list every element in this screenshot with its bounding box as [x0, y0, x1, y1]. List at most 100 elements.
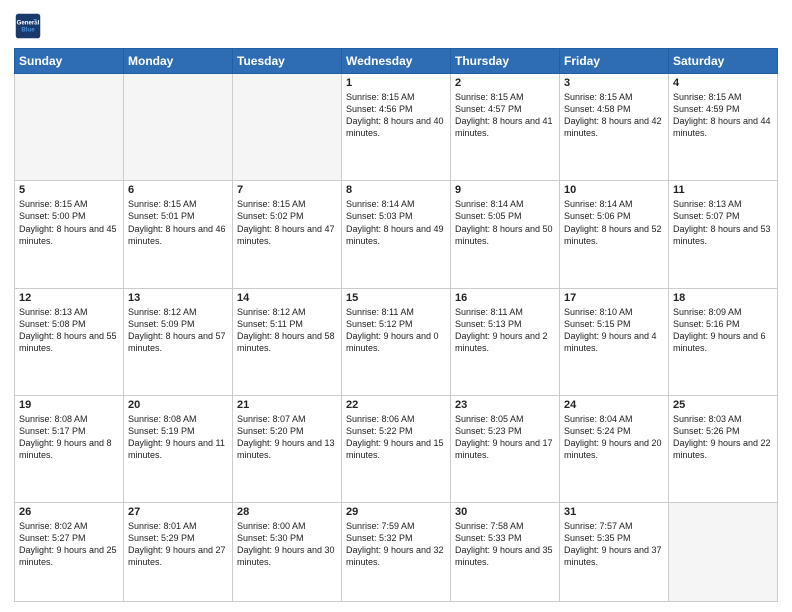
calendar-week-row: 1 Sunrise: 8:15 AM Sunset: 4:56 PM Daylig… [15, 74, 778, 181]
day-info: Sunrise: 8:12 AM Sunset: 5:09 PM Dayligh… [128, 306, 228, 355]
day-info: Sunrise: 8:04 AM Sunset: 5:24 PM Dayligh… [564, 413, 664, 462]
calendar-day-cell: 4 Sunrise: 8:15 AM Sunset: 4:59 PM Daylig… [669, 74, 778, 181]
calendar-day-cell: 17 Sunrise: 8:10 AM Sunset: 5:15 PM Dayli… [560, 288, 669, 395]
calendar-day-cell: 10Sunrise: 8:14 AM Sunset: 5:06 PM Dayli… [560, 181, 669, 288]
day-number: 9 [455, 184, 555, 196]
day-info: Sunrise: 8:00 AM Sunset: 5:30 PM Dayligh… [237, 520, 337, 569]
day-info: Sunrise: 8:15 AM Sunset: 4:58 PM Dayligh… [564, 91, 664, 140]
day-info: Sunrise: 8:15 AM Sunset: 4:59 PM Dayligh… [673, 91, 773, 140]
day-number: 4 [673, 77, 773, 89]
calendar-week-row: 12Sunrise: 8:13 AM Sunset: 5:08 PM Dayli… [15, 288, 778, 395]
day-info: Sunrise: 8:01 AM Sunset: 5:29 PM Dayligh… [128, 520, 228, 569]
day-info: Sunrise: 8:02 AM Sunset: 5:27 PM Dayligh… [19, 520, 119, 569]
day-info: Sunrise: 8:06 AM Sunset: 5:22 PM Dayligh… [346, 413, 446, 462]
day-number: 13 [128, 292, 228, 304]
day-number: 7 [237, 184, 337, 196]
day-number: 19 [19, 399, 119, 411]
day-number: 18 [673, 292, 773, 304]
day-info: Sunrise: 8:14 AM Sunset: 5:05 PM Dayligh… [455, 198, 555, 247]
calendar-header-wednesday: Wednesday [342, 49, 451, 74]
day-number: 25 [673, 399, 773, 411]
day-info: Sunrise: 7:58 AM Sunset: 5:33 PM Dayligh… [455, 520, 555, 569]
day-number: 11 [673, 184, 773, 196]
svg-text:Blue: Blue [21, 26, 35, 33]
calendar-day-cell: 23Sunrise: 8:05 AM Sunset: 5:23 PM Dayli… [451, 395, 560, 502]
calendar-day-cell: 30Sunrise: 7:58 AM Sunset: 5:33 PM Dayli… [451, 503, 560, 602]
calendar-day-cell: 5 Sunrise: 8:15 AM Sunset: 5:00 PM Daylig… [15, 181, 124, 288]
calendar-day-cell: 2 Sunrise: 8:15 AM Sunset: 4:57 PM Daylig… [451, 74, 560, 181]
day-number: 31 [564, 506, 664, 518]
day-info: Sunrise: 8:11 AM Sunset: 5:12 PM Dayligh… [346, 306, 446, 355]
day-info: Sunrise: 7:59 AM Sunset: 5:32 PM Dayligh… [346, 520, 446, 569]
calendar-day-cell [15, 74, 124, 181]
day-info: Sunrise: 8:05 AM Sunset: 5:23 PM Dayligh… [455, 413, 555, 462]
day-info: Sunrise: 8:03 AM Sunset: 5:26 PM Dayligh… [673, 413, 773, 462]
day-number: 8 [346, 184, 446, 196]
calendar-week-row: 26 Sunrise: 8:02 AM Sunset: 5:27 PM Dayli… [15, 503, 778, 602]
day-number: 16 [455, 292, 555, 304]
day-info: Sunrise: 8:08 AM Sunset: 5:17 PM Dayligh… [19, 413, 119, 462]
calendar-day-cell: 3Sunrise: 8:15 AM Sunset: 4:58 PM Daylig… [560, 74, 669, 181]
day-number: 17 [564, 292, 664, 304]
day-number: 22 [346, 399, 446, 411]
calendar-day-cell: 21 Sunrise: 8:07 AM Sunset: 5:20 PM Dayli… [233, 395, 342, 502]
calendar-day-cell: 18 Sunrise: 8:09 AM Sunset: 5:16 PM Dayli… [669, 288, 778, 395]
logo: General Blue [14, 12, 46, 40]
day-info: Sunrise: 8:15 AM Sunset: 4:56 PM Dayligh… [346, 91, 446, 140]
day-number: 24 [564, 399, 664, 411]
calendar-header-tuesday: Tuesday [233, 49, 342, 74]
day-number: 29 [346, 506, 446, 518]
calendar-day-cell [233, 74, 342, 181]
calendar-day-cell: 31 Sunrise: 7:57 AM Sunset: 5:35 PM Dayli… [560, 503, 669, 602]
day-number: 20 [128, 399, 228, 411]
calendar-day-cell: 28Sunrise: 8:00 AM Sunset: 5:30 PM Dayli… [233, 503, 342, 602]
header: General Blue [14, 12, 778, 40]
calendar-day-cell: 19 Sunrise: 8:08 AM Sunset: 5:17 PM Dayli… [15, 395, 124, 502]
day-number: 1 [346, 77, 446, 89]
calendar-header-sunday: Sunday [15, 49, 124, 74]
day-info: Sunrise: 8:12 AM Sunset: 5:11 PM Dayligh… [237, 306, 337, 355]
calendar-day-cell: 11Sunrise: 8:13 AM Sunset: 5:07 PM Dayli… [669, 181, 778, 288]
calendar-day-cell: 14 Sunrise: 8:12 AM Sunset: 5:11 PM Dayli… [233, 288, 342, 395]
day-info: Sunrise: 8:15 AM Sunset: 5:01 PM Dayligh… [128, 198, 228, 247]
day-info: Sunrise: 8:15 AM Sunset: 4:57 PM Dayligh… [455, 91, 555, 140]
calendar-week-row: 5 Sunrise: 8:15 AM Sunset: 5:00 PM Daylig… [15, 181, 778, 288]
day-number: 21 [237, 399, 337, 411]
day-number: 10 [564, 184, 664, 196]
day-info: Sunrise: 8:13 AM Sunset: 5:08 PM Dayligh… [19, 306, 119, 355]
calendar-day-cell: 22 Sunrise: 8:06 AM Sunset: 5:22 PM Dayli… [342, 395, 451, 502]
day-info: Sunrise: 8:09 AM Sunset: 5:16 PM Dayligh… [673, 306, 773, 355]
day-info: Sunrise: 8:15 AM Sunset: 5:00 PM Dayligh… [19, 198, 119, 247]
calendar-day-cell: 8 Sunrise: 8:14 AM Sunset: 5:03 PM Daylig… [342, 181, 451, 288]
calendar-day-cell: 1 Sunrise: 8:15 AM Sunset: 4:56 PM Daylig… [342, 74, 451, 181]
calendar-day-cell: 24 Sunrise: 8:04 AM Sunset: 5:24 PM Dayli… [560, 395, 669, 502]
calendar-day-cell: 16 Sunrise: 8:11 AM Sunset: 5:13 PM Dayli… [451, 288, 560, 395]
calendar-header-thursday: Thursday [451, 49, 560, 74]
day-info: Sunrise: 8:10 AM Sunset: 5:15 PM Dayligh… [564, 306, 664, 355]
calendar-day-cell: 25 Sunrise: 8:03 AM Sunset: 5:26 PM Dayli… [669, 395, 778, 502]
day-number: 14 [237, 292, 337, 304]
calendar-header-monday: Monday [124, 49, 233, 74]
calendar-day-cell: 7 Sunrise: 8:15 AM Sunset: 5:02 PM Daylig… [233, 181, 342, 288]
calendar-header-saturday: Saturday [669, 49, 778, 74]
calendar-day-cell: 13 Sunrise: 8:12 AM Sunset: 5:09 PM Dayli… [124, 288, 233, 395]
calendar-day-cell: 15 Sunrise: 8:11 AM Sunset: 5:12 PM Dayli… [342, 288, 451, 395]
day-info: Sunrise: 8:07 AM Sunset: 5:20 PM Dayligh… [237, 413, 337, 462]
day-number: 6 [128, 184, 228, 196]
calendar-day-cell: 6 Sunrise: 8:15 AM Sunset: 5:01 PM Daylig… [124, 181, 233, 288]
calendar-header-row: SundayMondayTuesdayWednesdayThursdayFrid… [15, 49, 778, 74]
day-number: 2 [455, 77, 555, 89]
calendar-week-row: 19 Sunrise: 8:08 AM Sunset: 5:17 PM Dayli… [15, 395, 778, 502]
calendar-day-cell [669, 503, 778, 602]
calendar-table: SundayMondayTuesdayWednesdayThursdayFrid… [14, 48, 778, 602]
day-info: Sunrise: 8:11 AM Sunset: 5:13 PM Dayligh… [455, 306, 555, 355]
calendar-day-cell: 27Sunrise: 8:01 AM Sunset: 5:29 PM Dayli… [124, 503, 233, 602]
day-info: Sunrise: 8:15 AM Sunset: 5:02 PM Dayligh… [237, 198, 337, 247]
calendar-header-friday: Friday [560, 49, 669, 74]
day-number: 15 [346, 292, 446, 304]
calendar-day-cell: 12Sunrise: 8:13 AM Sunset: 5:08 PM Dayli… [15, 288, 124, 395]
day-number: 26 [19, 506, 119, 518]
day-info: Sunrise: 7:57 AM Sunset: 5:35 PM Dayligh… [564, 520, 664, 569]
day-number: 5 [19, 184, 119, 196]
day-info: Sunrise: 8:14 AM Sunset: 5:03 PM Dayligh… [346, 198, 446, 247]
